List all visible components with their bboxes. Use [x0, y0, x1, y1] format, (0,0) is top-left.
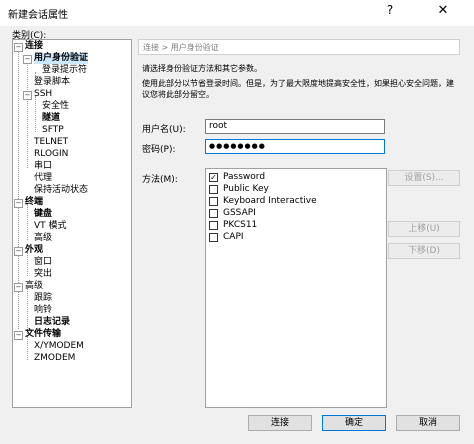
password-label: 密码(P): — [142, 145, 176, 155]
tree-item-proxy[interactable]: 代理 — [34, 173, 52, 184]
tree-item-vt-mode[interactable]: VT 模式 — [34, 221, 67, 232]
breadcrumb-panel: 连接 > 用户身份验证 — [138, 39, 460, 55]
tree-item-bell[interactable]: 响铃 — [34, 305, 52, 316]
tree-item-logging[interactable]: 日志记录 — [34, 317, 70, 328]
collapse-icon[interactable]: − — [14, 283, 23, 292]
collapse-icon[interactable]: − — [23, 91, 32, 100]
checkbox-icon[interactable] — [209, 197, 218, 206]
checkbox-checked-icon[interactable]: ✓ — [209, 173, 218, 182]
tree-item-serial[interactable]: 串口 — [34, 161, 52, 172]
method-label: 方法(M): — [142, 175, 178, 185]
panel-description: 请选择身份验证方法和其它参数。 — [142, 64, 262, 73]
collapse-icon[interactable]: − — [14, 247, 23, 256]
tree-item-keyboard[interactable]: 键盘 — [34, 209, 52, 220]
category-tree[interactable]: − 连接 − 用户身份验证 登录提示符 登录脚本 − SSH 安全性 隧道 SF… — [12, 39, 132, 408]
tree-item-terminal[interactable]: 终端 — [25, 197, 43, 208]
panel-note-line1: 使用此部分以节省登录时间。但是，为了最大限度地提高安全性，如果担心安全问题，建 — [142, 79, 454, 88]
username-field[interactable]: root — [205, 119, 385, 134]
tree-item-terminal-advanced[interactable]: 高级 — [34, 233, 52, 244]
tree-item-appearance[interactable]: 外观 — [25, 245, 43, 256]
collapse-icon[interactable]: − — [14, 331, 23, 340]
username-label: 用户名(U): — [142, 125, 186, 135]
tree-item-trace[interactable]: 跟踪 — [34, 293, 52, 304]
checkbox-icon[interactable] — [209, 185, 218, 194]
breadcrumb: 连接 > 用户身份验证 — [143, 43, 219, 52]
title-bar: 新建会话属性 ? ✕ — [0, 0, 474, 26]
tree-item-login-script[interactable]: 登录脚本 — [34, 77, 70, 88]
window-title: 新建会话属性 — [8, 10, 68, 21]
tree-item-zmodem[interactable]: ZMODEM — [34, 353, 75, 364]
checkbox-icon[interactable] — [209, 233, 218, 242]
tree-item-security[interactable]: 安全性 — [42, 101, 69, 112]
tree-item-tunnel[interactable]: 隧道 — [42, 113, 60, 124]
close-icon[interactable]: ✕ — [430, 3, 456, 21]
tree-item-rlogin[interactable]: RLOGIN — [34, 149, 68, 160]
panel-note-line2: 议您将此部分留空。 — [142, 90, 214, 99]
ok-button[interactable]: 确定 — [322, 415, 386, 431]
move-up-button[interactable]: 上移(U) — [388, 221, 460, 237]
tree-item-highlight[interactable]: 突出 — [34, 269, 52, 280]
settings-button[interactable]: 设置(S)... — [388, 170, 460, 186]
tree-item-window[interactable]: 窗口 — [34, 257, 52, 268]
checkbox-icon[interactable] — [209, 221, 218, 230]
cancel-button[interactable]: 取消 — [396, 415, 460, 431]
collapse-icon[interactable]: − — [14, 199, 23, 208]
tree-item-keepalive[interactable]: 保持活动状态 — [34, 185, 88, 196]
tree-item-telnet[interactable]: TELNET — [34, 137, 68, 148]
move-down-button[interactable]: 下移(D) — [388, 243, 460, 259]
tree-item-xymodem[interactable]: X/YMODEM — [34, 341, 84, 352]
checkbox-icon[interactable] — [209, 209, 218, 218]
password-field[interactable]: ●●●●●●●● — [205, 139, 385, 154]
collapse-icon[interactable]: − — [14, 43, 23, 52]
tree-item-user-auth[interactable]: 用户身份验证 — [34, 53, 89, 64]
help-icon[interactable]: ? — [380, 3, 400, 21]
tree-item-advanced[interactable]: 高级 — [25, 281, 43, 292]
tree-item-file-transfer[interactable]: 文件传输 — [25, 329, 61, 340]
tree-item-ssh[interactable]: SSH — [34, 89, 52, 100]
collapse-icon[interactable]: − — [23, 55, 32, 64]
method-list[interactable]: ✓ Password Public Key Keyboard Interacti… — [205, 168, 387, 408]
tree-item-sftp[interactable]: SFTP — [42, 125, 64, 136]
connect-button[interactable]: 连接 — [248, 415, 312, 431]
tree-item-connection[interactable]: 连接 — [25, 41, 43, 52]
tree-item-login-prompt[interactable]: 登录提示符 — [42, 65, 87, 76]
